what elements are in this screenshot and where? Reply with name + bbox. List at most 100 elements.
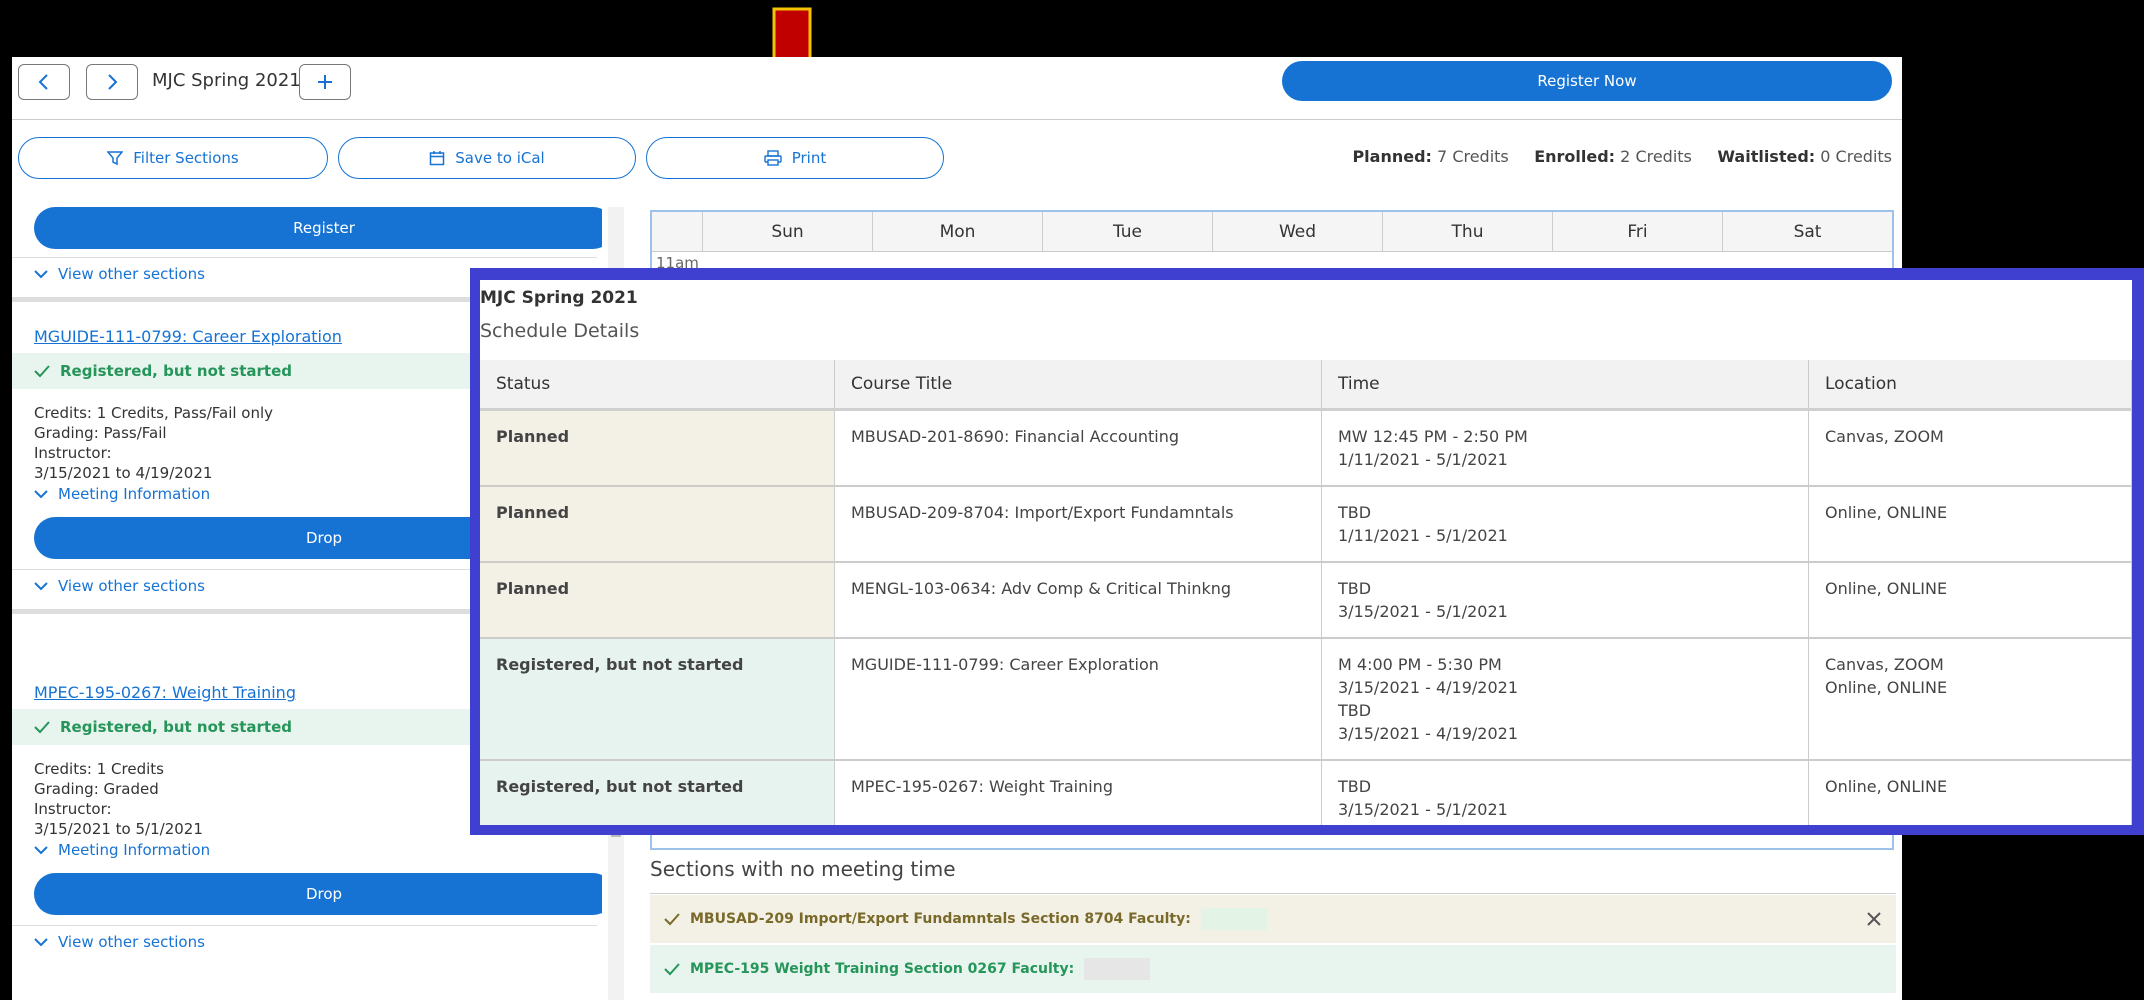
time-cell: MW 12:45 PM - 2:50 PM 1/11/2021 - 5/1/202… bbox=[1321, 409, 1809, 487]
course-title-link[interactable]: MGUIDE-111-0799: Career Exploration bbox=[34, 327, 342, 346]
time-line: 1/11/2021 - 5/1/2021 bbox=[1338, 450, 1508, 469]
previous-term-button[interactable] bbox=[18, 64, 70, 100]
column-header: Course Title bbox=[834, 360, 1322, 411]
filter-icon bbox=[107, 151, 124, 166]
time-cell: TBD 3/15/2021 - 5/1/2021 bbox=[1321, 562, 1809, 639]
course-title-cell: MBUSAD-201-8690: Financial Accounting bbox=[834, 409, 1322, 487]
chevron-down-icon bbox=[34, 582, 48, 591]
location-cell: Canvas, ZOOM Online, ONLINE bbox=[1808, 638, 2132, 761]
status-cell: Planned bbox=[480, 562, 835, 639]
plus-icon bbox=[318, 75, 332, 89]
location-cell: Online, ONLINE bbox=[1808, 486, 2132, 563]
divider bbox=[12, 119, 1902, 120]
view-other-sections-label: View other sections bbox=[58, 265, 205, 283]
location-line: Canvas, ZOOM bbox=[1825, 427, 1944, 446]
time-line: TBD bbox=[1338, 503, 1372, 522]
location-line: Canvas, ZOOM bbox=[1825, 655, 1944, 674]
close-icon[interactable] bbox=[1866, 911, 1882, 927]
enrolled-label: Enrolled: bbox=[1534, 147, 1616, 166]
meeting-information-toggle[interactable]: Meeting Information bbox=[34, 485, 210, 503]
calendar-icon bbox=[430, 151, 445, 166]
day-header: Wed bbox=[1212, 212, 1382, 252]
time-line: TBD bbox=[1338, 579, 1372, 598]
column-header: Status bbox=[480, 360, 835, 411]
column-header: Time bbox=[1321, 360, 1809, 411]
chevron-down-icon bbox=[34, 490, 48, 499]
view-other-sections-link[interactable]: View other sections bbox=[34, 933, 205, 951]
location-line: Online, ONLINE bbox=[1825, 777, 1948, 796]
calendar-header: Sun Mon Tue Wed Thu Fri Sat bbox=[652, 212, 1892, 252]
view-other-sections-label: View other sections bbox=[58, 577, 205, 595]
location-line: Online, ONLINE bbox=[1825, 678, 1948, 697]
table-row: Registered, but not started MGUIDE-111-07… bbox=[480, 638, 2132, 761]
time-line: M 4:00 PM - 5:30 PM bbox=[1338, 655, 1502, 674]
chevron-down-icon bbox=[34, 846, 48, 855]
time-line: 1/11/2021 - 5/1/2021 bbox=[1338, 526, 1508, 545]
planned-label: Planned: bbox=[1352, 147, 1432, 166]
meeting-information-toggle[interactable]: Meeting Information bbox=[34, 841, 210, 859]
check-icon bbox=[34, 365, 50, 378]
view-other-sections-link[interactable]: View other sections bbox=[34, 577, 205, 595]
meeting-information-label: Meeting Information bbox=[58, 841, 211, 859]
table-row: Registered, but not started MPEC-195-0267… bbox=[480, 760, 2132, 825]
meeting-information-label: Meeting Information bbox=[58, 485, 211, 503]
day-header: Fri bbox=[1552, 212, 1722, 252]
day-header: Tue bbox=[1042, 212, 1212, 252]
printer-icon bbox=[764, 150, 782, 166]
register-button[interactable]: Register bbox=[34, 207, 602, 249]
print-button[interactable]: Print bbox=[646, 137, 944, 179]
register-now-button[interactable]: Register Now bbox=[1282, 61, 1892, 101]
chevron-right-icon bbox=[108, 74, 118, 90]
schedule-details-overlay: MJC Spring 2021 Schedule Details Status … bbox=[470, 268, 2144, 835]
course-title-link[interactable]: MPEC-195-0267: Weight Training bbox=[34, 683, 296, 702]
check-icon bbox=[34, 721, 50, 734]
no-meeting-row: MPEC-195 Weight Training Section 0267 Fa… bbox=[650, 945, 1896, 993]
location-cell: Online, ONLINE bbox=[1808, 760, 2132, 825]
view-other-sections-link[interactable]: View other sections bbox=[34, 265, 205, 283]
add-term-button[interactable] bbox=[299, 64, 351, 100]
drop-button[interactable]: Drop bbox=[34, 873, 602, 915]
time-line: MW 12:45 PM - 2:50 PM bbox=[1338, 427, 1528, 446]
divider bbox=[12, 257, 597, 258]
course-title-cell: MGUIDE-111-0799: Career Exploration bbox=[834, 638, 1322, 761]
day-header: Sun bbox=[702, 212, 872, 252]
credits-text: Credits: 1 Credits, Pass/Fail only bbox=[34, 404, 274, 422]
chevron-down-icon bbox=[34, 938, 48, 947]
waitlisted-label: Waitlisted: bbox=[1717, 147, 1816, 166]
time-line: 3/15/2021 - 4/19/2021 bbox=[1338, 678, 1519, 697]
course-details: Credits: 1 Credits, Pass/Fail only Gradi… bbox=[34, 403, 273, 483]
instructor-text: Instructor: bbox=[34, 800, 112, 818]
no-meeting-row: MBUSAD-209 Import/Export Fundamntals Sec… bbox=[650, 895, 1896, 943]
time-line: 3/15/2021 - 5/1/2021 bbox=[1338, 602, 1508, 621]
table-row: Planned MBUSAD-201-8690: Financial Accoun… bbox=[480, 409, 2132, 487]
divider bbox=[12, 925, 597, 926]
date-range-text: 3/15/2021 to 4/19/2021 bbox=[34, 464, 213, 482]
enrolled-value: 2 Credits bbox=[1620, 147, 1692, 166]
overlay-subtitle: Schedule Details bbox=[480, 320, 640, 342]
time-line: 3/15/2021 - 4/19/2021 bbox=[1338, 724, 1519, 743]
filter-sections-label: Filter Sections bbox=[133, 149, 239, 167]
print-label: Print bbox=[791, 149, 827, 167]
day-header: Sat bbox=[1722, 212, 1892, 252]
no-meeting-title: Sections with no meeting time bbox=[650, 857, 956, 881]
check-icon bbox=[664, 913, 680, 926]
course-details: Credits: 1 Credits Grading: Graded Instr… bbox=[34, 759, 203, 839]
time-line: 3/15/2021 - 5/1/2021 bbox=[1338, 800, 1508, 819]
overlay-term: MJC Spring 2021 bbox=[480, 288, 638, 308]
filter-sections-button[interactable]: Filter Sections bbox=[18, 137, 328, 179]
credits-text: Credits: 1 Credits bbox=[34, 760, 164, 778]
schedule-table: Status Course Title Time Location Planne… bbox=[480, 360, 2132, 825]
status-label: Registered, but not started bbox=[60, 362, 292, 380]
table-header-row: Status Course Title Time Location bbox=[480, 360, 2132, 411]
course-title-cell: MBUSAD-209-8704: Import/Export Fundamnta… bbox=[834, 486, 1322, 563]
table-row: Planned MENGL-103-0634: Adv Comp & Critic… bbox=[480, 562, 2132, 639]
grading-text: Grading: Graded bbox=[34, 780, 159, 798]
status-cell: Registered, but not started bbox=[480, 760, 835, 825]
next-term-button[interactable] bbox=[86, 64, 138, 100]
time-cell: TBD 1/11/2021 - 5/1/2021 bbox=[1321, 486, 1809, 563]
credit-summary: Planned: 7 Credits Enrolled: 2 Credits W… bbox=[1352, 147, 1892, 166]
redacted-faculty bbox=[1200, 908, 1267, 930]
status-cell: Registered, but not started bbox=[480, 638, 835, 761]
save-to-ical-button[interactable]: Save to iCal bbox=[338, 137, 636, 179]
day-header: Mon bbox=[872, 212, 1042, 252]
